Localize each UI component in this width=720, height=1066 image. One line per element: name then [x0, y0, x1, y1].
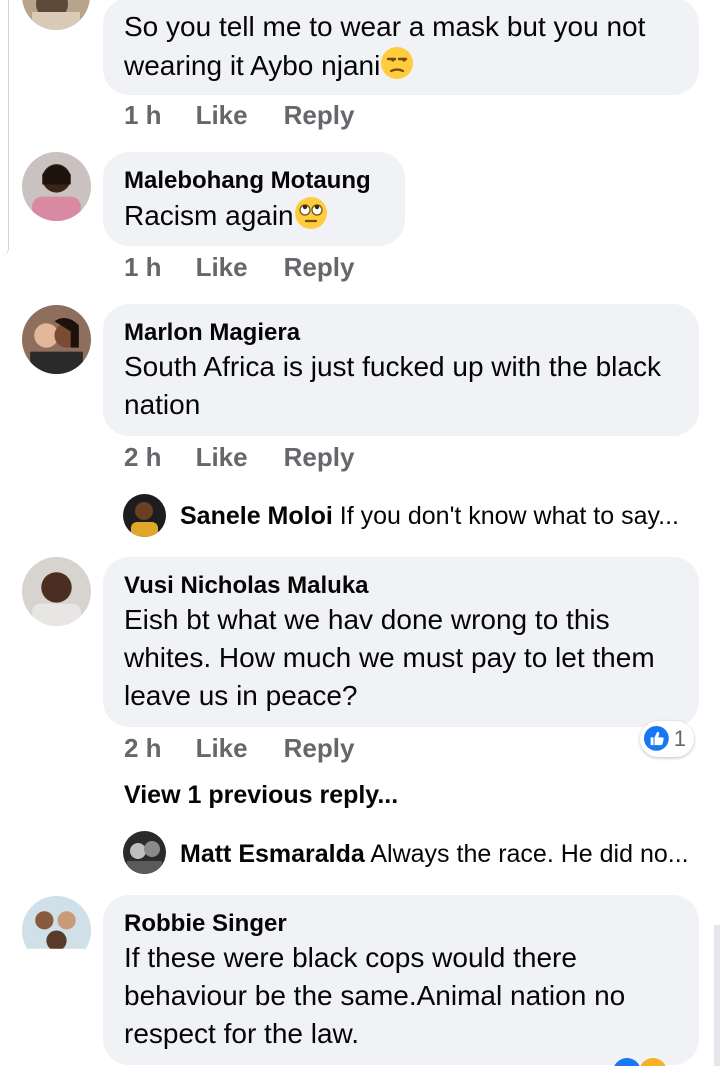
comment-bubble: Robbie Singer If these were black cops w…	[103, 895, 699, 1065]
comment-author[interactable]: Vusi Nicholas Maluka	[124, 571, 679, 601]
comment-text: If these were black cops would there beh…	[124, 942, 626, 1049]
comment-text: So you tell me to wear a mask but you no…	[124, 11, 646, 81]
reply-button[interactable]: Reply	[284, 252, 355, 282]
unamused-face-emoji	[380, 46, 414, 80]
comment-author[interactable]: Marlon Magiera	[124, 318, 679, 348]
like-reaction-icon	[643, 725, 670, 753]
reply-preview[interactable]: Matt Esmaralda Always the race. He did n…	[180, 839, 689, 869]
like-button[interactable]: Like	[196, 442, 248, 472]
reply-button[interactable]: Reply	[284, 733, 355, 763]
comment-author[interactable]: Malebohang Motaung	[124, 166, 385, 196]
reply-button[interactable]: Reply	[284, 100, 355, 130]
avatar[interactable]	[22, 305, 91, 374]
reply-author[interactable]: Sanele Moloi	[180, 502, 333, 530]
like-button[interactable]: Like	[196, 733, 248, 763]
comment-feed: So you tell me to wear a mask but you no…	[0, 0, 720, 1066]
comment-author[interactable]: Robbie Singer	[124, 909, 679, 939]
reaction-count-number: 1	[673, 726, 686, 751]
comment-bubble: So you tell me to wear a mask but you no…	[103, 0, 699, 95]
reply-author[interactable]: Matt Esmaralda	[180, 840, 365, 868]
reply-button[interactable]: Reply	[284, 442, 355, 472]
reply-text: Always the race. He did no...	[370, 840, 689, 868]
comment-text: Eish bt what we hav done wrong to this w…	[124, 604, 655, 711]
avatar[interactable]	[22, 152, 91, 221]
comment-actions: 1 h Like Reply	[124, 100, 354, 130]
like-button[interactable]: Like	[196, 100, 248, 130]
like-button[interactable]: Like	[196, 252, 248, 282]
avatar[interactable]	[22, 557, 91, 626]
reply-preview[interactable]: Sanele Moloi If you don't know what to s…	[180, 501, 679, 531]
comment-time[interactable]: 2 h	[124, 733, 162, 763]
comment-time[interactable]: 2 h	[124, 442, 162, 472]
comment-text: Racism again	[124, 196, 385, 235]
comment-time[interactable]: 1 h	[124, 252, 162, 282]
thread-line	[0, 0, 9, 256]
scrollbar[interactable]	[714, 925, 720, 1066]
comment-bubble: Malebohang Motaung Racism again	[103, 152, 405, 246]
comment-actions: 2 h Like Reply	[124, 733, 354, 763]
comment-bubble: Vusi Nicholas Maluka Eish bt what we hav…	[103, 557, 699, 727]
reaction-count[interactable]: 1	[640, 721, 694, 757]
rolling-eyes-emoji	[294, 196, 328, 230]
comment-bubble: Marlon Magiera South Africa is just fuck…	[103, 304, 699, 436]
comment-actions: 2 h Like Reply	[124, 442, 354, 472]
reply-avatar[interactable]	[123, 831, 166, 874]
view-previous-replies[interactable]: View 1 previous reply...	[124, 780, 398, 810]
comment-time[interactable]: 1 h	[124, 100, 162, 130]
avatar[interactable]	[22, 0, 90, 30]
haha-reaction-icon	[640, 1058, 666, 1066]
reply-avatar[interactable]	[123, 494, 166, 537]
comment-text: South Africa is just fucked up with the …	[124, 351, 661, 420]
reaction-badges[interactable]	[612, 1056, 672, 1066]
avatar[interactable]	[22, 896, 91, 965]
like-reaction-icon	[614, 1058, 640, 1066]
reply-text: If you don't know what to say...	[339, 502, 679, 530]
comment-actions: 1 h Like Reply	[124, 252, 354, 282]
